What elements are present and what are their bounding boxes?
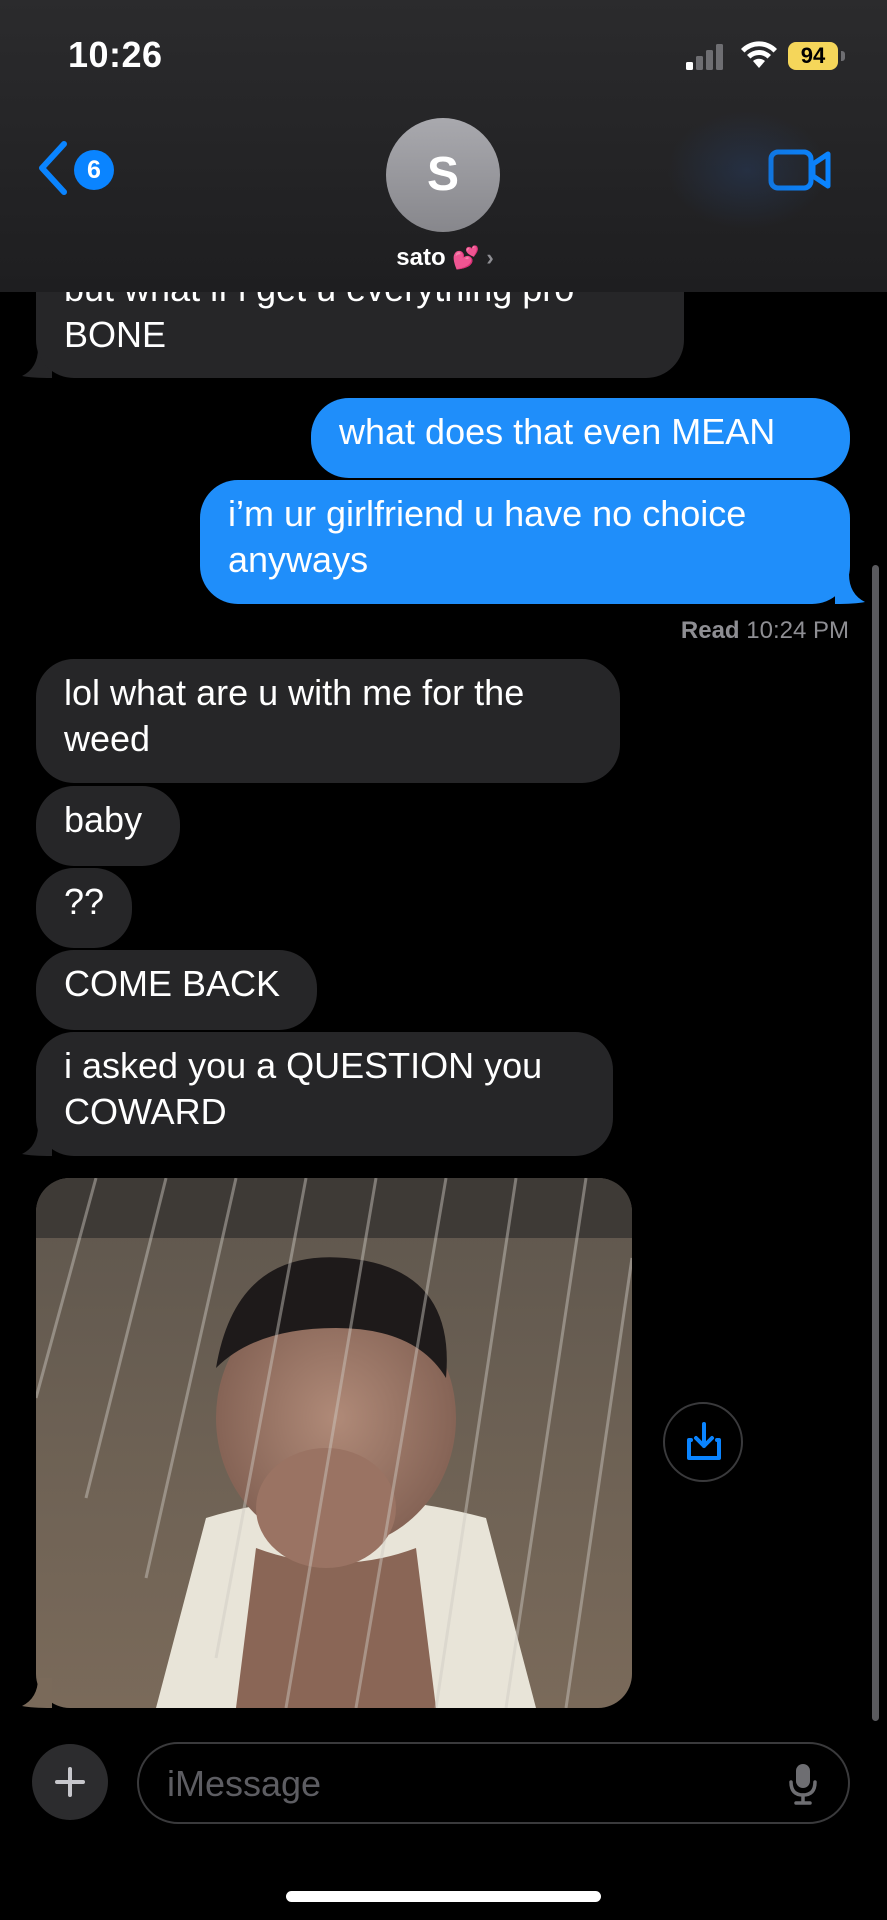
bubble-tail xyxy=(22,1678,52,1708)
photo-illustration xyxy=(36,1178,632,1708)
message-text: i asked you a QUESTION you COWARD xyxy=(64,1045,543,1132)
battery-level: 94 xyxy=(800,43,826,68)
message-bubble-incoming[interactable]: i asked you a QUESTION you COWARD xyxy=(36,1032,613,1156)
contact-chevron-icon: › xyxy=(486,245,494,270)
message-bubble-incoming[interactable]: COME BACK xyxy=(36,950,317,1030)
message-bubble-outgoing[interactable]: i’m ur girlfriend u have no choice anywa… xyxy=(200,480,850,604)
status-time: 10:26 xyxy=(68,34,163,75)
home-indicator[interactable] xyxy=(286,1891,601,1902)
message-text: lol what are u with me for the weed xyxy=(64,672,525,759)
save-image-button[interactable] xyxy=(663,1402,743,1482)
read-receipt: Read 10:24 PM xyxy=(681,617,849,645)
message-bubble-incoming[interactable]: lol what are u with me for the weed xyxy=(36,659,620,783)
contact-emoji: 💕 xyxy=(452,245,480,270)
message-text: baby xyxy=(64,799,143,840)
plus-icon xyxy=(55,1767,85,1797)
message-input[interactable] xyxy=(165,1758,749,1810)
battery-icon: 94 xyxy=(788,42,838,70)
scrollbar[interactable] xyxy=(872,565,879,1721)
save-download-icon xyxy=(687,1422,721,1460)
contact-name: sato xyxy=(396,244,446,271)
message-text: what does that even MEAN xyxy=(339,411,776,452)
contact-avatar[interactable]: S xyxy=(386,118,500,232)
wifi-icon xyxy=(741,41,777,68)
apps-plus-button[interactable] xyxy=(32,1744,108,1820)
message-bubble-incoming[interactable]: ?? xyxy=(36,868,132,948)
message-input-field[interactable] xyxy=(137,1742,850,1824)
signal-icon xyxy=(686,44,723,70)
message-bubble-incoming[interactable]: baby xyxy=(36,786,180,866)
image-attachment[interactable] xyxy=(36,1178,632,1708)
contact-name-button[interactable]: sato 💕 › xyxy=(340,244,550,272)
video-call-icon[interactable] xyxy=(768,148,832,192)
read-time: 10:24 PM xyxy=(746,617,849,644)
message-text: i’m ur girlfriend u have no choice anywa… xyxy=(228,493,747,580)
bubble-tail xyxy=(22,1126,52,1156)
back-button[interactable]: 6 xyxy=(36,140,166,200)
microphone-icon[interactable] xyxy=(788,1762,818,1806)
message-text: ?? xyxy=(64,881,105,922)
message-text: COME BACK xyxy=(64,963,281,1004)
read-label: Read xyxy=(680,617,740,644)
unread-count-badge: 6 xyxy=(74,150,114,190)
battery-cap xyxy=(841,51,845,61)
message-bubble-outgoing[interactable]: what does that even MEAN xyxy=(311,398,850,478)
back-chevron-icon xyxy=(39,141,67,195)
bubble-tail xyxy=(835,574,865,604)
